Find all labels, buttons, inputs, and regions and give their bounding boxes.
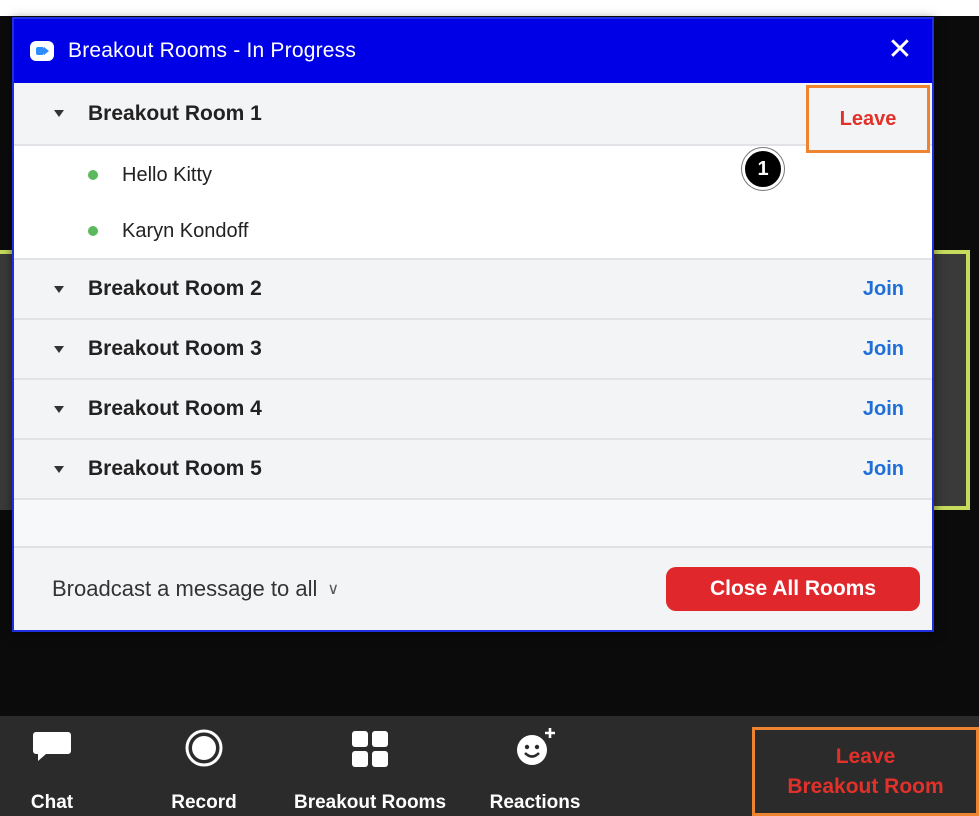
breakout-rooms-label: Breakout Rooms <box>293 792 447 813</box>
room-name: Breakout Room 5 <box>88 457 262 480</box>
join-room-2-button[interactable]: Join <box>863 278 904 301</box>
leave-room-button[interactable]: Leave <box>840 108 897 131</box>
broadcast-label: Broadcast a message to all <box>52 576 318 601</box>
dialog-footer: Broadcast a message to all ∨ Close All R… <box>14 546 932 630</box>
record-label: Record <box>171 792 237 813</box>
breakout-rooms-icon <box>352 731 388 767</box>
room-name: Breakout Room 4 <box>88 397 262 420</box>
room-row-4[interactable]: Breakout Room 4 Join <box>14 380 932 440</box>
reactions-label: Reactions <box>489 792 581 813</box>
online-status-icon <box>88 170 98 180</box>
caret-down-icon[interactable] <box>54 345 64 353</box>
participant-row: Karyn Kondoff <box>14 204 932 258</box>
rooms-list: Breakout Room 1 Leave Hello Kitty Karyn … <box>14 83 932 500</box>
participant-row: Hello Kitty <box>14 146 932 204</box>
leave-breakout-room-label-line2: Breakout Room <box>787 774 944 798</box>
caret-down-icon[interactable] <box>54 110 64 117</box>
screen: Breakout Rooms - In Progress ✕ Breakout … <box>0 0 979 816</box>
dialog-title: Breakout Rooms - In Progress <box>68 39 357 62</box>
leave-breakout-room-button[interactable]: Leave Breakout Room <box>752 727 979 816</box>
room-row-5[interactable]: Breakout Room 5 Join <box>14 440 932 500</box>
room-name: Breakout Room 1 <box>88 101 262 125</box>
chat-label: Chat <box>30 792 74 813</box>
join-room-3-button[interactable]: Join <box>863 338 904 361</box>
step-callout-badge: 1 <box>742 148 784 190</box>
room-name: Breakout Room 3 <box>88 337 262 360</box>
record-button[interactable]: Record <box>152 716 256 816</box>
close-all-rooms-button[interactable]: Close All Rooms <box>666 567 920 611</box>
record-icon <box>185 729 223 767</box>
chat-button[interactable]: Chat <box>0 716 104 816</box>
reactions-button[interactable]: Reactions <box>474 716 596 816</box>
participant-name: Hello Kitty <box>122 163 213 186</box>
reactions-icon <box>517 728 555 765</box>
close-icon[interactable]: ✕ <box>884 34 916 66</box>
participant-name: Karyn Kondoff <box>122 219 249 242</box>
breakout-rooms-button[interactable]: Breakout Rooms <box>276 716 464 816</box>
join-room-4-button[interactable]: Join <box>863 398 904 421</box>
room-name: Breakout Room 2 <box>88 277 262 300</box>
broadcast-dropdown[interactable]: Broadcast a message to all ∨ <box>52 576 339 602</box>
chevron-down-icon: ∨ <box>327 581 340 598</box>
room-row-1[interactable]: Breakout Room 1 Leave <box>14 83 932 153</box>
caret-down-icon[interactable] <box>54 285 64 293</box>
breakout-rooms-dialog: Breakout Rooms - In Progress ✕ Breakout … <box>12 17 934 632</box>
caret-down-icon[interactable] <box>54 465 64 473</box>
leave-breakout-room-label-line1: Leave <box>835 744 896 768</box>
join-room-5-button[interactable]: Join <box>863 458 904 481</box>
room-row-2[interactable]: Breakout Room 2 Join <box>14 260 932 320</box>
room-1-participants: Hello Kitty Karyn Kondoff <box>14 146 932 260</box>
chat-icon <box>33 732 71 761</box>
online-status-icon <box>88 226 98 236</box>
room-row-3[interactable]: Breakout Room 3 Join <box>14 320 932 380</box>
caret-down-icon[interactable] <box>54 405 64 413</box>
leave-highlight-box: Leave <box>806 85 930 153</box>
zoom-app-icon <box>30 41 54 61</box>
dialog-titlebar: Breakout Rooms - In Progress ✕ <box>14 19 932 83</box>
